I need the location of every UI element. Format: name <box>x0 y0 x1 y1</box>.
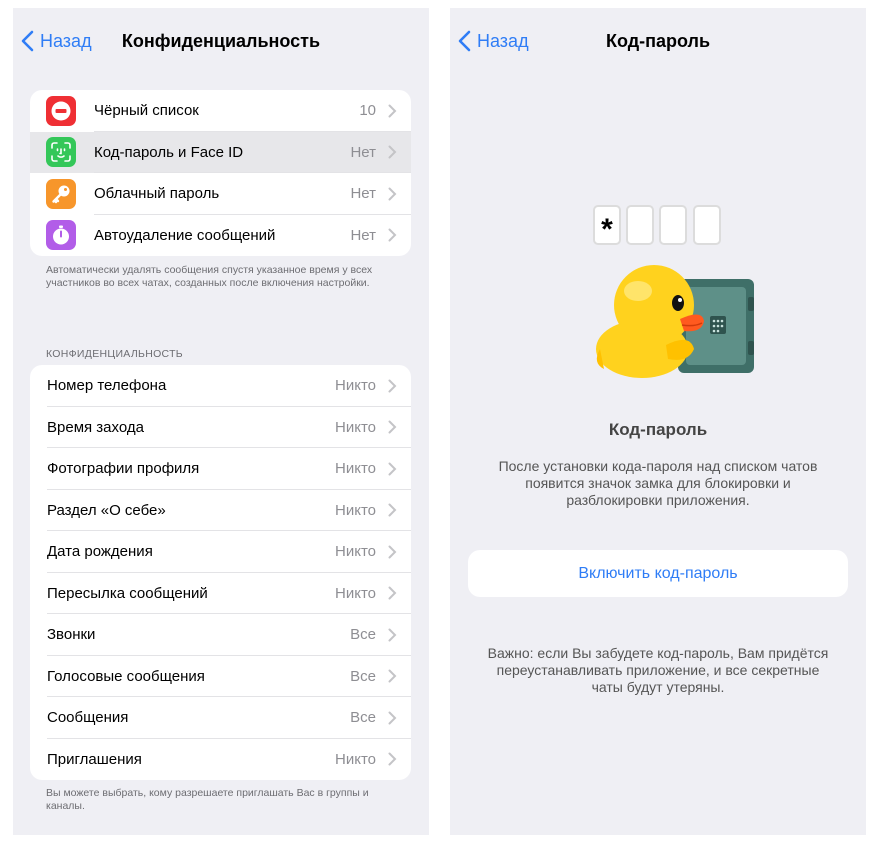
chevron-right-icon <box>388 462 397 476</box>
passcode-description: После установки кода-пароля над списком … <box>498 458 818 508</box>
chevron-right-icon <box>388 752 397 766</box>
chevron-right-icon <box>388 545 397 559</box>
privacy-row[interactable]: Номер телефона Никто <box>30 365 411 407</box>
row-value: Никто <box>335 584 376 602</box>
chevron-right-icon <box>388 187 397 201</box>
row-value: 10 <box>359 102 376 120</box>
face-id-icon <box>46 137 76 168</box>
auto-delete-row[interactable]: Автоудаление сообщений Нет <box>30 215 411 257</box>
row-value: Нет <box>350 226 376 244</box>
passcode-digit-box <box>659 205 687 245</box>
privacy-section-header: КОНФИДЕНЦИАЛЬНОСТЬ <box>46 348 183 360</box>
passcode-screen: Назад Код-пароль * Код-пароль После уста… <box>450 8 866 835</box>
chevron-right-icon <box>388 420 397 434</box>
chevron-right-icon <box>388 104 397 118</box>
chevron-right-icon <box>388 669 397 683</box>
privacy-footer: Вы можете выбрать, кому разрешаете пригл… <box>46 787 369 812</box>
row-label: Голосовые сообщения <box>47 667 205 685</box>
privacy-row[interactable]: Приглашения Никто <box>30 739 411 781</box>
privacy-screen: Назад Конфиденциальность Чёрный список 1… <box>13 8 429 835</box>
passcode-digit-box: * <box>593 205 621 246</box>
page-title: Код-пароль <box>605 31 711 51</box>
privacy-group: Номер телефона Никто Время захода Никто Фото… <box>30 365 411 780</box>
chevron-right-icon <box>388 586 397 600</box>
passcode-warning-note: Важно: если Вы забудете код-пароль, Вам … <box>487 645 829 695</box>
nav-bar: Назад Код-пароль <box>450 8 866 74</box>
security-footer: Автоматически удалять сообщения спустя у… <box>46 264 373 289</box>
row-value: Никто <box>335 501 376 519</box>
privacy-row[interactable]: Сообщения Все <box>30 697 411 739</box>
privacy-row[interactable]: Звонки Все <box>30 614 411 656</box>
row-value: Никто <box>335 460 376 478</box>
row-label: Автоудаление сообщений <box>94 226 276 244</box>
privacy-row[interactable]: Пересылка сообщений Никто <box>30 573 411 614</box>
row-label: Номер телефона <box>47 377 167 395</box>
row-label: Сообщения <box>47 709 129 727</box>
passcode-digit-box <box>626 205 654 245</box>
nav-bar: Назад Конфиденциальность <box>13 8 429 74</box>
row-label: Звонки <box>47 626 96 644</box>
passcode-heading: Код-пароль <box>608 420 708 439</box>
chevron-right-icon <box>388 228 397 242</box>
privacy-row[interactable]: Фотографии профиля Никто <box>30 448 411 490</box>
row-value: Никто <box>335 418 376 436</box>
cloud-password-row[interactable]: Облачный пароль Нет <box>30 173 411 215</box>
privacy-row[interactable]: Время захода Никто <box>30 407 411 448</box>
key-icon <box>46 178 76 209</box>
timer-icon <box>46 220 76 251</box>
row-value: Все <box>350 626 376 644</box>
chevron-right-icon <box>388 145 397 159</box>
blocked-icon <box>46 95 76 126</box>
privacy-row[interactable]: Дата рождения Никто <box>30 531 411 573</box>
row-label: Код-пароль и Face ID <box>94 143 244 161</box>
row-value: Никто <box>335 543 376 561</box>
row-label: Время захода <box>47 418 144 436</box>
row-value: Все <box>350 709 376 727</box>
page-title: Конфиденциальность <box>121 31 321 51</box>
row-label: Дата рождения <box>47 543 153 561</box>
row-value: Нет <box>350 185 376 203</box>
passcode-face-id-row[interactable]: Код-пароль и Face ID Нет <box>30 131 411 173</box>
row-value: Никто <box>335 750 376 768</box>
duck-safe-illustration <box>596 265 754 378</box>
privacy-row[interactable]: Раздел «О себе» Никто <box>30 490 411 531</box>
row-label: Пересылка сообщений <box>47 584 208 602</box>
passcode-digit-box <box>693 205 721 245</box>
row-label: Облачный пароль <box>94 185 220 203</box>
blocked-list-row[interactable]: Чёрный список 10 <box>30 90 411 132</box>
row-label: Фотографии профиля <box>47 460 200 478</box>
chevron-right-icon <box>388 628 397 642</box>
enable-passcode-button[interactable]: Включить код-пароль <box>468 550 848 597</box>
row-label: Чёрный список <box>94 102 199 120</box>
row-label: Приглашения <box>47 750 142 768</box>
security-group: Чёрный список 10 Код-пароль и Face ID Не… <box>30 90 411 256</box>
chevron-right-icon <box>388 711 397 725</box>
chevron-right-icon <box>388 379 397 393</box>
row-label: Раздел «О себе» <box>47 501 166 519</box>
row-value: Все <box>350 667 376 685</box>
privacy-row[interactable]: Голосовые сообщения Все <box>30 656 411 697</box>
chevron-right-icon <box>388 503 397 517</box>
row-value: Нет <box>350 143 376 161</box>
row-value: Никто <box>335 377 376 395</box>
